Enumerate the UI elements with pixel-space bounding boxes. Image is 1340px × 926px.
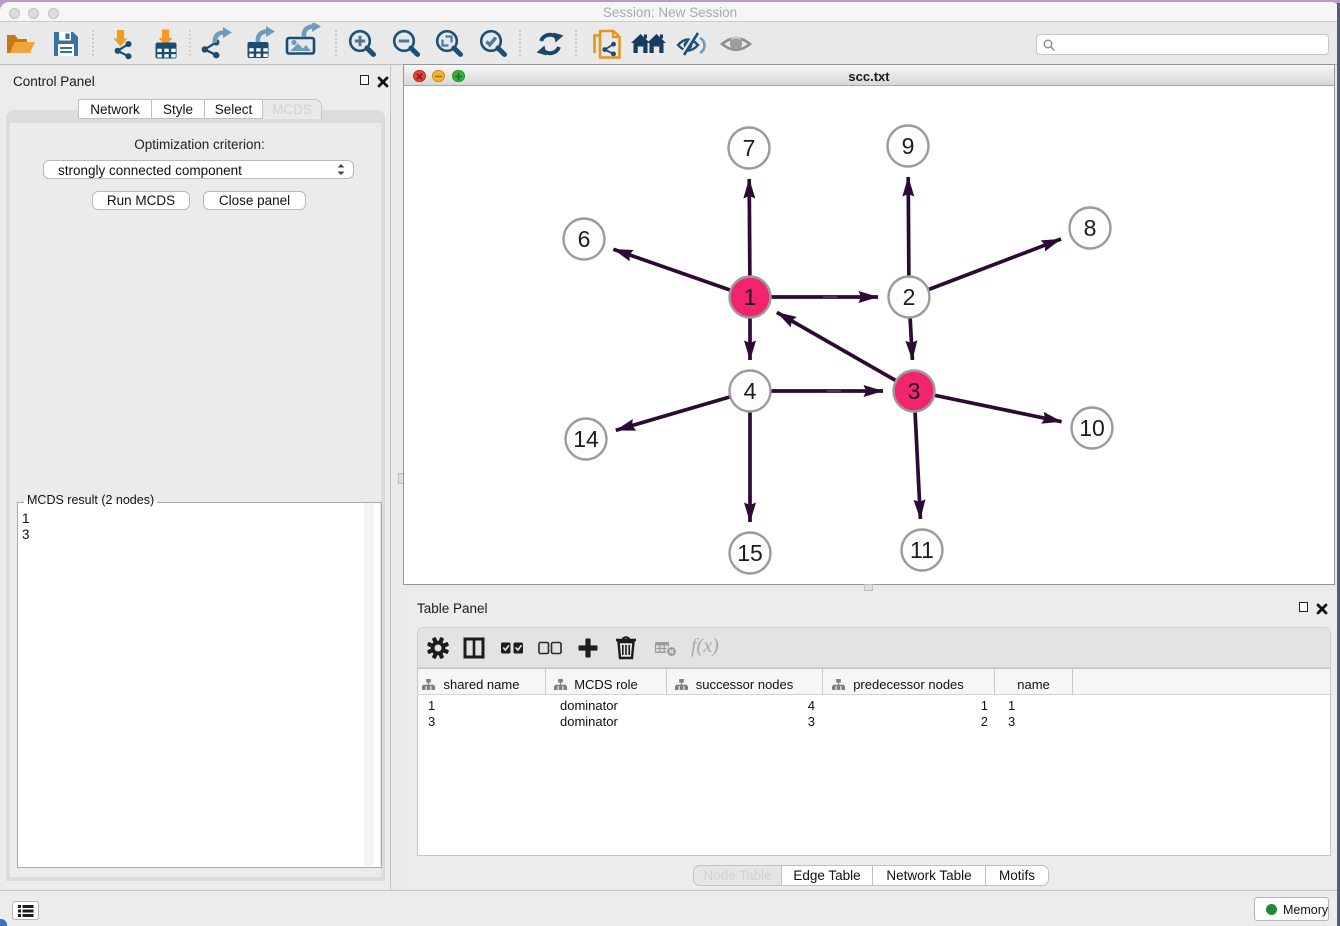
svg-text:8: 8 — [1084, 215, 1097, 241]
svg-text:15: 15 — [737, 540, 763, 566]
svg-text:6: 6 — [578, 226, 591, 252]
svg-text:9: 9 — [902, 133, 915, 159]
svg-text:1: 1 — [744, 284, 757, 310]
svg-text:3: 3 — [908, 378, 921, 404]
svg-text:10: 10 — [1079, 415, 1105, 441]
svg-text:14: 14 — [573, 426, 599, 452]
svg-text:4: 4 — [744, 378, 757, 404]
svg-text:2: 2 — [903, 284, 916, 310]
svg-text:11: 11 — [910, 537, 934, 563]
svg-text:7: 7 — [743, 135, 756, 161]
